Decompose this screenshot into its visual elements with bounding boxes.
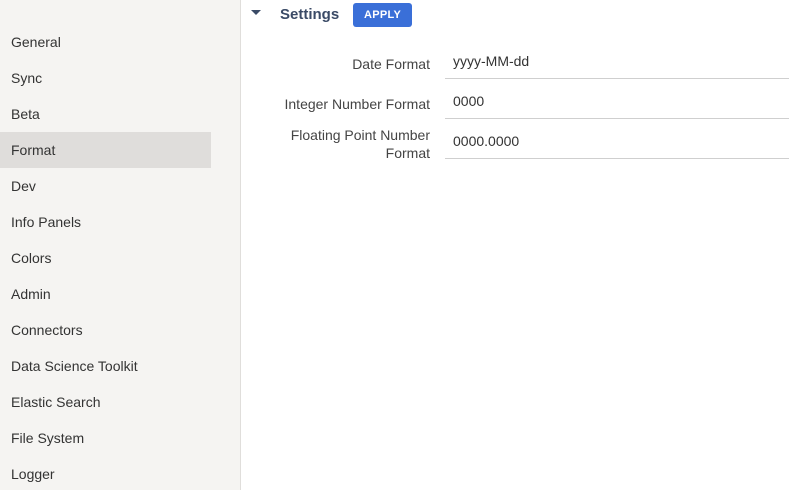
sidebar-item-info-panels[interactable]: Info Panels	[0, 204, 211, 240]
field-label: Date Format	[352, 56, 430, 72]
main-panel: Settings APPLY Date Format Integer Numbe…	[241, 0, 811, 490]
sidebar-item-connectors[interactable]: Connectors	[0, 312, 211, 348]
sidebar-item-elastic-search[interactable]: Elastic Search	[0, 384, 211, 420]
sidebar-item-beta[interactable]: Beta	[0, 96, 211, 132]
sidebar-item-general[interactable]: General	[0, 24, 211, 60]
sidebar-item-dev[interactable]: Dev	[0, 168, 211, 204]
collapse-caret-icon[interactable]	[251, 10, 261, 15]
sidebar-list: General Sync Beta Format Dev Info Panels…	[0, 24, 211, 492]
sidebar-item-sync[interactable]: Sync	[0, 60, 211, 96]
field-row-integer-format: Integer Number Format	[241, 84, 811, 124]
field-label: Floating Point Number Format	[290, 127, 430, 161]
field-row-date-format: Date Format	[241, 44, 811, 84]
sidebar-item-colors[interactable]: Colors	[0, 240, 211, 276]
float-format-input[interactable]	[445, 124, 789, 159]
sidebar-item-logger[interactable]: Logger	[0, 456, 211, 492]
date-format-input[interactable]	[445, 44, 789, 79]
sidebar-item-format[interactable]: Format	[0, 132, 211, 168]
section-title: Settings	[280, 6, 340, 23]
field-row-float-format: Floating Point Number Format	[241, 124, 811, 164]
format-fields: Date Format Integer Number Format Floati…	[241, 44, 811, 164]
field-label: Integer Number Format	[284, 96, 431, 112]
apply-button[interactable]: APPLY	[353, 3, 413, 27]
integer-format-input[interactable]	[445, 84, 789, 119]
settings-header: Settings APPLY	[241, 3, 811, 27]
sidebar-item-file-system[interactable]: File System	[0, 420, 211, 456]
sidebar-item-admin[interactable]: Admin	[0, 276, 211, 312]
sidebar-item-data-science-toolkit[interactable]: Data Science Toolkit	[0, 348, 211, 384]
sidebar: General Sync Beta Format Dev Info Panels…	[0, 0, 241, 490]
